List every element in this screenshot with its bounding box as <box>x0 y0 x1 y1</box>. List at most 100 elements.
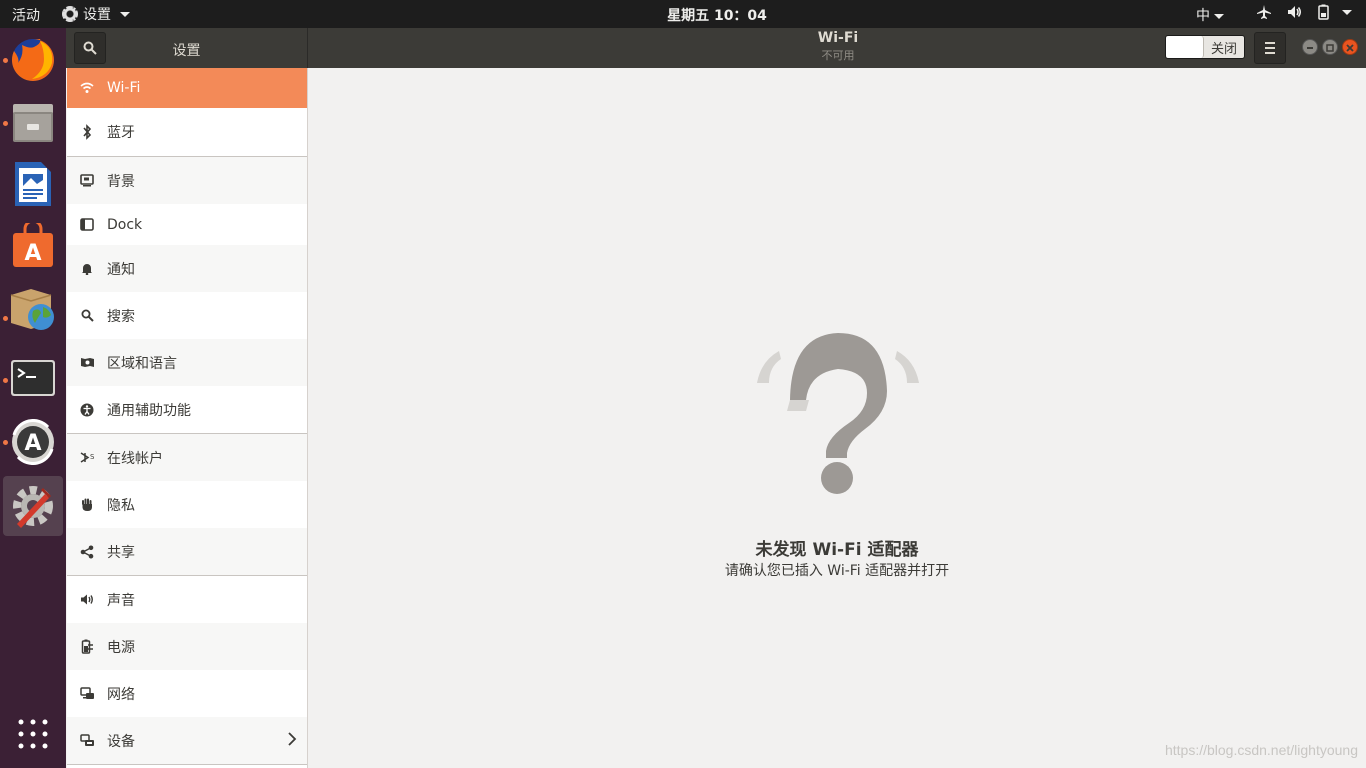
bluetooth-icon <box>67 124 107 140</box>
firefox-icon[interactable] <box>3 30 63 90</box>
sidebar-separator <box>67 764 307 765</box>
sidebar-item-accessibility[interactable]: 通用辅助功能 <box>67 386 307 433</box>
clock[interactable]: 星期五 10：04 <box>667 8 767 24</box>
app-menu[interactable]: 设置 <box>62 4 130 24</box>
hand-icon <box>67 498 107 512</box>
svg-text:A: A <box>24 241 41 266</box>
minimize-button[interactable] <box>1302 39 1318 55</box>
wifi-toggle-switch[interactable]: 关闭 <box>1165 35 1245 59</box>
wifi-panel: 未发现 Wi-Fi 适配器 请确认您已插入 Wi-Fi 适配器并打开 <box>308 68 1366 768</box>
activities-button[interactable]: 活动 <box>12 5 40 25</box>
sidebar-item-region[interactable]: 区域和语言 <box>67 339 307 386</box>
input-method-menu[interactable]: 中 <box>1196 5 1224 25</box>
close-icon <box>1346 44 1354 52</box>
sidebar-item-search[interactable]: 搜索 <box>67 292 307 339</box>
sidebar-item-label: 区域和语言 <box>107 355 177 372</box>
settings-sidebar: Wi-Fi 蓝牙 背景 Dock 通知 搜索 区域和语言 通用辅助功能 S 在线… <box>67 68 307 768</box>
panel-title-text: Wi-Fi <box>817 30 859 46</box>
chevron-down-icon <box>1214 13 1224 19</box>
files-icon[interactable] <box>3 92 63 152</box>
maximize-icon <box>1326 44 1334 52</box>
sidebar-item-label: 通用辅助功能 <box>107 402 191 419</box>
sidebar-item-label: 背景 <box>107 173 135 190</box>
question-mark-icon <box>757 333 919 494</box>
sidebar-item-label: 通知 <box>107 261 135 278</box>
sidebar-item-online-accounts[interactable]: S 在线帐户 <box>67 434 307 481</box>
sidebar-item-label: Wi-Fi <box>107 80 141 96</box>
sidebar-item-privacy[interactable]: 隐私 <box>67 481 307 528</box>
terminal-icon[interactable] <box>3 348 63 408</box>
hamburger-icon <box>1265 42 1275 44</box>
sidebar-item-network[interactable]: 网络 <box>67 670 307 717</box>
chevron-right-icon <box>287 730 307 751</box>
accessibility-icon <box>67 403 107 417</box>
maximize-button[interactable] <box>1322 39 1338 55</box>
share-icon <box>67 545 107 559</box>
sidebar-item-label: 网络 <box>107 686 135 703</box>
header-separator <box>307 28 308 68</box>
top-bar: 活动 设置 星期五 10：04 中 <box>0 0 1366 28</box>
sidebar-item-wifi[interactable]: Wi-Fi <box>67 68 307 108</box>
show-applications-icon[interactable] <box>3 704 63 764</box>
sidebar-item-label: 蓝牙 <box>107 125 135 141</box>
dock: A A <box>0 28 66 768</box>
panel-subtitle: 不可用 <box>821 49 855 62</box>
sidebar-title: 设置 <box>172 43 201 59</box>
region-icon <box>67 357 107 368</box>
speaker-icon <box>67 593 107 606</box>
power-icon <box>67 639 107 654</box>
watermark: https://blog.csdn.net/lightyoung <box>1164 742 1358 758</box>
chevron-down-icon <box>120 11 130 17</box>
sidebar-item-sound[interactable]: 声音 <box>67 576 307 623</box>
empty-state-subtitle: 请确认您已插入 Wi-Fi 适配器并打开 <box>724 563 950 579</box>
airplane-icon <box>1257 5 1271 19</box>
switch-knob <box>1166 36 1204 58</box>
network-icon <box>67 686 107 701</box>
bell-icon <box>67 262 107 275</box>
search-button[interactable] <box>74 32 106 64</box>
sidebar-item-background[interactable]: 背景 <box>67 157 307 204</box>
sidebar-item-notifications[interactable]: 通知 <box>67 245 307 292</box>
svg-text:S: S <box>90 453 95 461</box>
sidebar-item-sharing[interactable]: 共享 <box>67 528 307 575</box>
wifi-icon <box>67 82 107 94</box>
sidebar-item-dock[interactable]: Dock <box>67 204 307 245</box>
software-updater-icon[interactable]: A <box>3 412 63 472</box>
switch-label: 关闭 <box>1210 41 1237 57</box>
sidebar-item-label: 共享 <box>107 544 135 561</box>
empty-state-title: 未发现 Wi-Fi 适配器 <box>755 540 919 560</box>
app-menu-label: 设置 <box>83 7 111 23</box>
devices-icon <box>67 734 107 747</box>
volume-icon <box>1288 6 1301 18</box>
libreoffice-writer-icon[interactable] <box>3 154 63 214</box>
search-icon <box>67 309 107 322</box>
sidebar-item-bluetooth[interactable]: 蓝牙 <box>67 108 307 156</box>
sidebar-item-label: 电源 <box>107 639 135 656</box>
sidebar-item-label: 隐私 <box>107 497 135 514</box>
settings-tools-icon[interactable] <box>3 476 63 536</box>
panel-title: Wi-Fi 不可用 <box>746 30 930 63</box>
menu-button[interactable] <box>1254 32 1286 64</box>
sidebar-item-label: 声音 <box>107 592 135 609</box>
input-method-label: 中 <box>1196 8 1210 24</box>
system-tray[interactable] <box>1256 4 1352 20</box>
settings-gear-icon <box>62 6 78 22</box>
minimize-icon <box>1307 47 1313 49</box>
online-accounts-icon: S <box>67 451 107 464</box>
background-icon <box>67 174 107 187</box>
battery-icon <box>1318 4 1329 20</box>
software-center-icon[interactable]: A <box>3 216 63 276</box>
sidebar-item-label: 搜索 <box>107 308 135 325</box>
sidebar-item-label: Dock <box>107 216 143 233</box>
sidebar-item-label: 在线帐户 <box>107 450 163 467</box>
sidebar-item-devices[interactable]: 设备 <box>67 717 307 764</box>
search-icon <box>83 41 97 55</box>
header-bar: 设置 Wi-Fi 不可用 关闭 <box>66 28 1366 68</box>
dock-icon <box>67 218 107 231</box>
sidebar-item-label: 设备 <box>107 733 135 750</box>
chevron-down-icon <box>1342 9 1352 15</box>
sidebar-item-power[interactable]: 电源 <box>67 623 307 670</box>
svg-text:A: A <box>24 431 41 456</box>
close-button[interactable] <box>1342 39 1358 55</box>
archive-globe-icon[interactable] <box>3 278 63 338</box>
